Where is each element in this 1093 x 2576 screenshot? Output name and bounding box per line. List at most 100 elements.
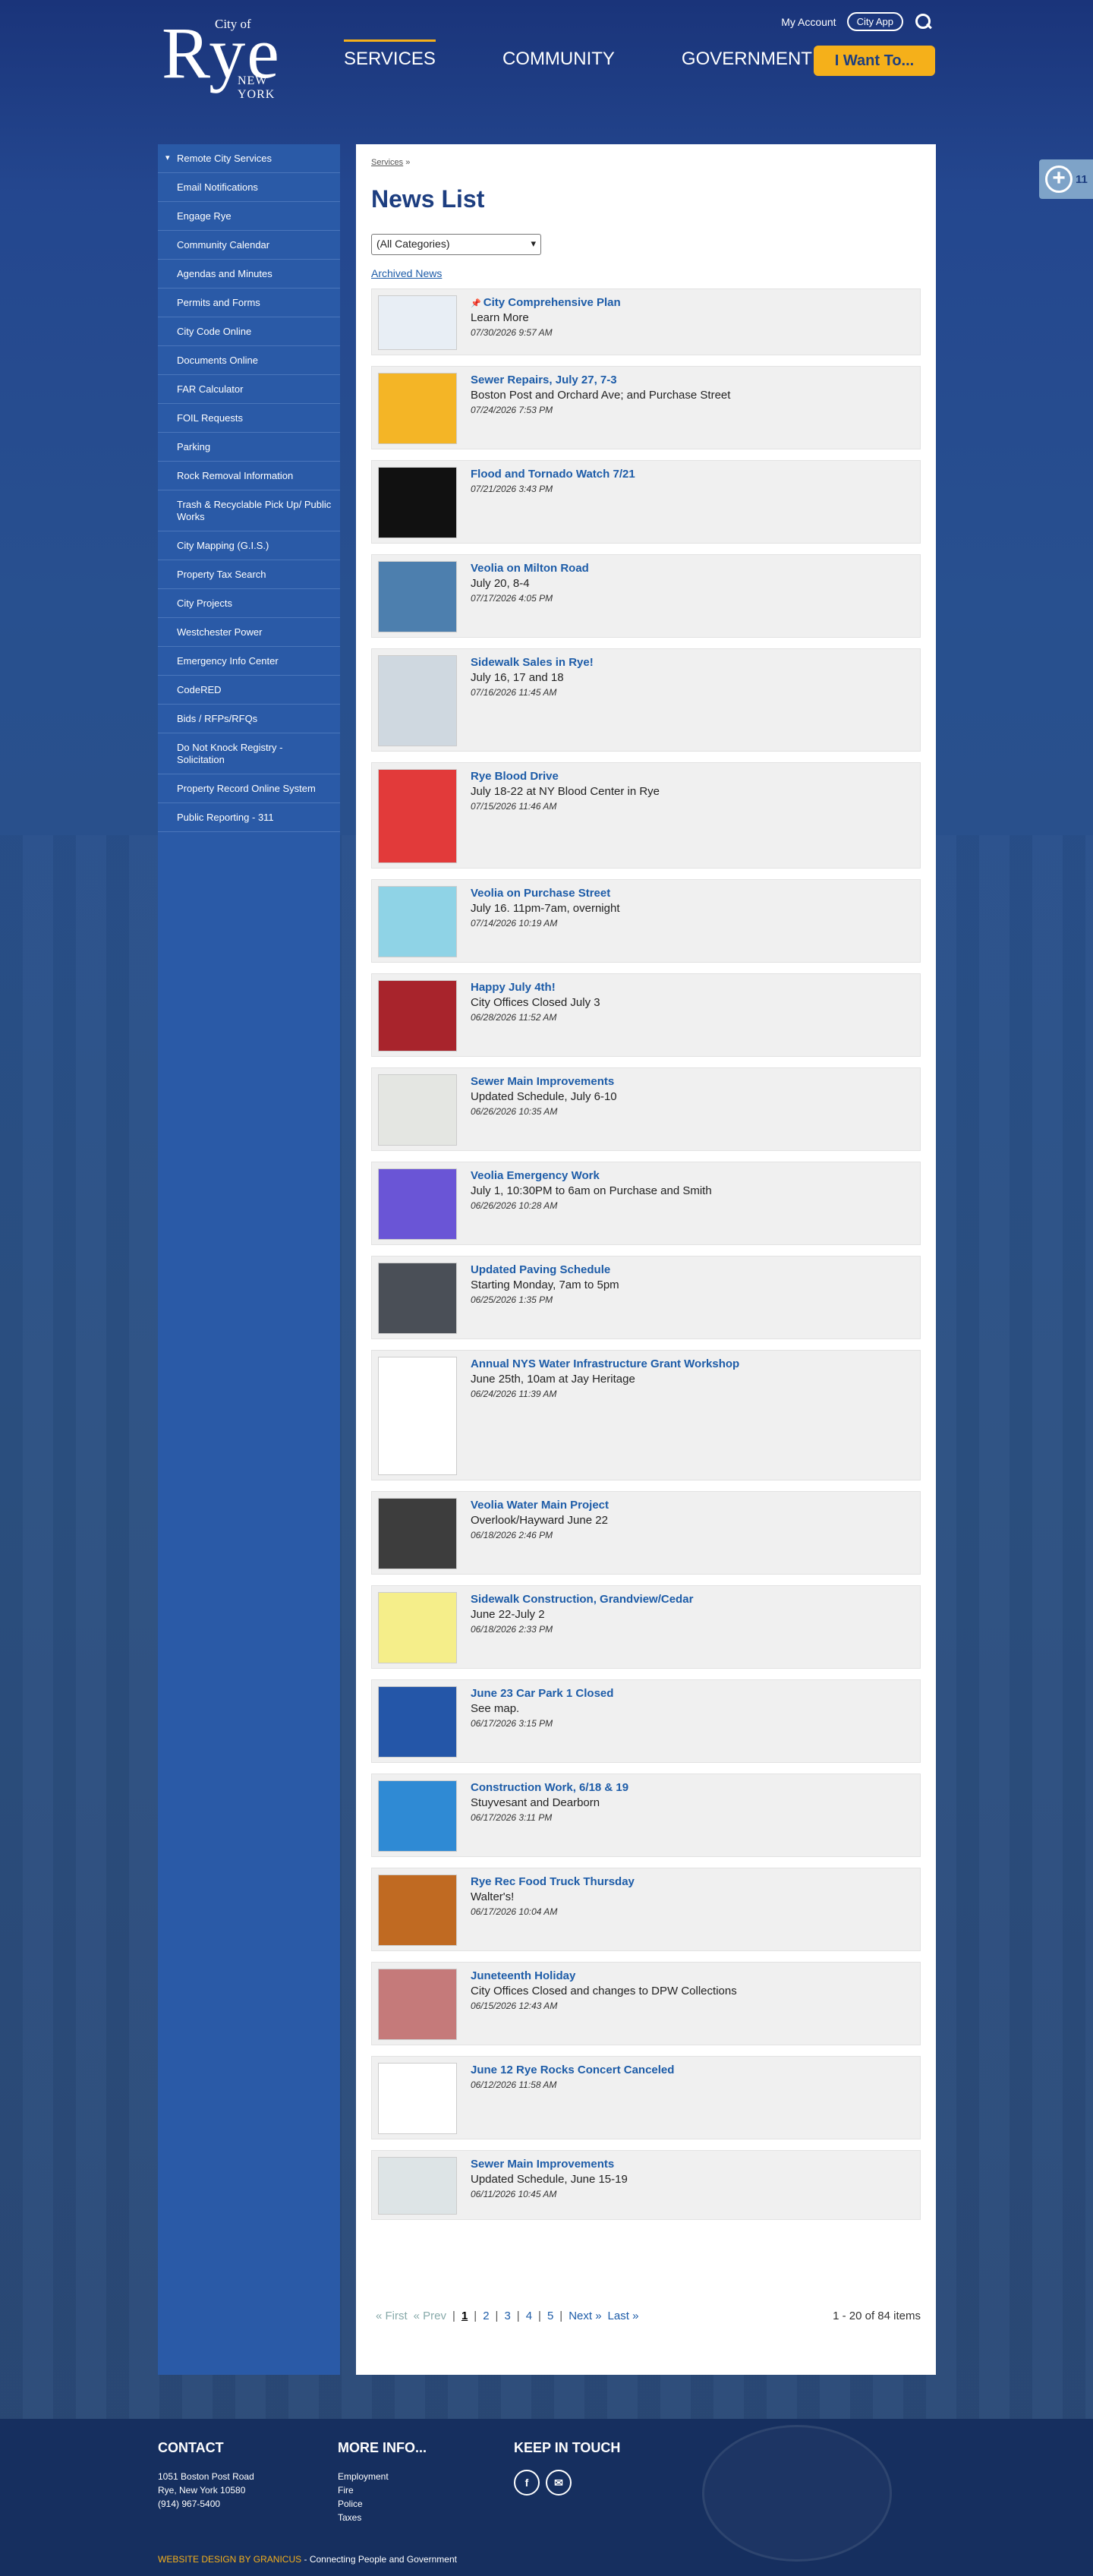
sidebar-item[interactable]: Bids / RFPs/RFQs [158,705,340,733]
news-thumbnail[interactable] [378,1780,457,1852]
news-description: June 25th, 10am at Jay Heritage [471,1373,635,1386]
news-thumbnail[interactable] [378,2063,457,2134]
pager-last[interactable]: Last » [608,2310,639,2322]
sidebar-item[interactable]: Trash & Recyclable Pick Up/ Public Works [158,490,340,531]
sidebar-item[interactable]: Email Notifications [158,173,340,202]
sidebar-item[interactable]: Do Not Knock Registry - Solicitation [158,733,340,774]
news-title[interactable]: Construction Work, 6/18 & 19 [471,1780,914,1796]
breadcrumb-services[interactable]: Services [371,158,403,167]
sidebar-item[interactable]: Westchester Power [158,618,340,647]
nav-community[interactable]: COMMUNITY [502,49,615,70]
sidebar-item[interactable]: FOIL Requests [158,404,340,433]
pager-page-3[interactable]: 3 [504,2310,510,2322]
pager-page-5[interactable]: 5 [547,2310,553,2322]
pager-prev[interactable]: « Prev [414,2310,446,2322]
news-title[interactable]: June 12 Rye Rocks Concert Canceled [471,2063,914,2078]
news-thumbnail[interactable] [378,373,457,444]
archived-news-link[interactable]: Archived News [371,267,442,279]
city-app-button[interactable]: City App [846,12,903,31]
sidebar-item[interactable]: Emergency Info Center [158,647,340,676]
sidebar-item[interactable]: Engage Rye [158,202,340,231]
nav-government[interactable]: GOVERNMENT [682,49,812,70]
sidebar-item[interactable]: CodeRED [158,676,340,705]
news-title[interactable]: City Comprehensive Plan [484,296,621,309]
news-date: 06/17/2026 3:11 PM [471,1812,553,1823]
news-thumbnail[interactable] [378,1498,457,1569]
news-title[interactable]: Veolia on Purchase Street [471,886,914,901]
sidebar-item[interactable]: Property Tax Search [158,560,340,589]
news-thumbnail[interactable] [378,1074,457,1146]
news-thumbnail[interactable] [378,886,457,957]
news-title[interactable]: Sidewalk Sales in Rye! [471,655,914,670]
news-title[interactable]: Sewer Repairs, July 27, 7-3 [471,373,914,388]
city-logo[interactable]: City of Rye NEW YORK [162,14,298,102]
sidebar-item[interactable]: Remote City Services [158,144,340,173]
news-title[interactable]: Rye Blood Drive [471,769,914,784]
sidebar-item[interactable]: Community Calendar [158,231,340,260]
news-thumbnail[interactable] [378,561,457,632]
footer-link-employment[interactable]: Employment [338,2470,427,2483]
news-title[interactable]: Flood and Tornado Watch 7/21 [471,467,914,482]
pager-page-1[interactable]: 1 [461,2310,468,2322]
news-title[interactable]: Veolia Water Main Project [471,1498,914,1513]
news-title[interactable]: Updated Paving Schedule [471,1263,914,1278]
granicus-link[interactable]: WEBSITE DESIGN BY GRANICUS [158,2554,301,2565]
news-date: 06/28/2026 11:52 AM [471,1012,557,1023]
news-thumbnail[interactable] [378,1592,457,1663]
news-thumbnail[interactable] [378,980,457,1052]
news-title[interactable]: Sewer Main Improvements [471,1074,914,1089]
i-want-to-button[interactable]: I Want To... [814,46,935,76]
news-thumbnail[interactable] [378,655,457,746]
pager-next[interactable]: Next » [569,2310,601,2322]
pager-first[interactable]: « First [376,2310,408,2322]
sidebar-item[interactable]: Rock Removal Information [158,462,340,490]
sidebar-item[interactable]: Permits and Forms [158,288,340,317]
footer-link-police[interactable]: Police [338,2497,427,2511]
sidebar-item[interactable]: City Code Online [158,317,340,346]
phone[interactable]: (914) 967-5400 [158,2497,254,2511]
category-select[interactable]: (All Categories) [371,234,541,255]
news-thumbnail[interactable] [378,295,457,350]
news-title[interactable]: Sewer Main Improvements [471,2157,914,2172]
news-title[interactable]: Veolia Emergency Work [471,1168,914,1184]
news-description: City Offices Closed and changes to DPW C… [471,1985,737,1997]
sidebar-item[interactable]: FAR Calculator [158,375,340,404]
plus-icon: + [1045,166,1073,193]
my-account-link[interactable]: My Account [781,16,836,28]
pager-page-4[interactable]: 4 [526,2310,532,2322]
news-title[interactable]: June 23 Car Park 1 Closed [471,1686,914,1701]
news-thumbnail[interactable] [378,1686,457,1758]
news-date: 06/17/2026 10:04 AM [471,1906,558,1917]
breadcrumb: Services » [371,158,410,167]
news-title[interactable]: Sidewalk Construction, Grandview/Cedar [471,1592,914,1607]
sidebar-item[interactable]: Property Record Online System [158,774,340,803]
news-thumbnail[interactable] [378,1263,457,1334]
sidebar-item[interactable]: City Projects [158,589,340,618]
news-thumbnail[interactable] [378,769,457,863]
facebook-icon[interactable]: f [514,2470,540,2496]
news-thumbnail[interactable] [378,467,457,538]
expand-tab[interactable]: + 11 [1039,159,1093,199]
news-title[interactable]: Veolia on Milton Road [471,561,914,576]
news-thumbnail[interactable] [378,1168,457,1240]
news-title[interactable]: Happy July 4th! [471,980,914,995]
news-thumbnail[interactable] [378,1874,457,1946]
search-icon[interactable] [914,13,932,31]
footer-link-fire[interactable]: Fire [338,2483,427,2497]
email-icon[interactable]: ✉ [546,2470,572,2496]
news-thumbnail[interactable] [378,1357,457,1475]
news-thumbnail[interactable] [378,2157,457,2215]
sidebar-item[interactable]: Documents Online [158,346,340,375]
news-thumbnail[interactable] [378,1969,457,2040]
sidebar-item[interactable]: Public Reporting - 311 [158,803,340,832]
footer-link-taxes[interactable]: Taxes [338,2511,427,2524]
sidebar-item[interactable]: Parking [158,433,340,462]
sidebar-item[interactable]: City Mapping (G.I.S.) [158,531,340,560]
news-title[interactable]: Juneteenth Holiday [471,1969,914,1984]
news-title[interactable]: Annual NYS Water Infrastructure Grant Wo… [471,1357,914,1372]
news-title[interactable]: Rye Rec Food Truck Thursday [471,1874,914,1890]
pager-page-2[interactable]: 2 [483,2310,489,2322]
sidebar-item[interactable]: Agendas and Minutes [158,260,340,288]
pin-icon: 📌 [471,299,484,308]
nav-services[interactable]: SERVICES [344,39,436,70]
